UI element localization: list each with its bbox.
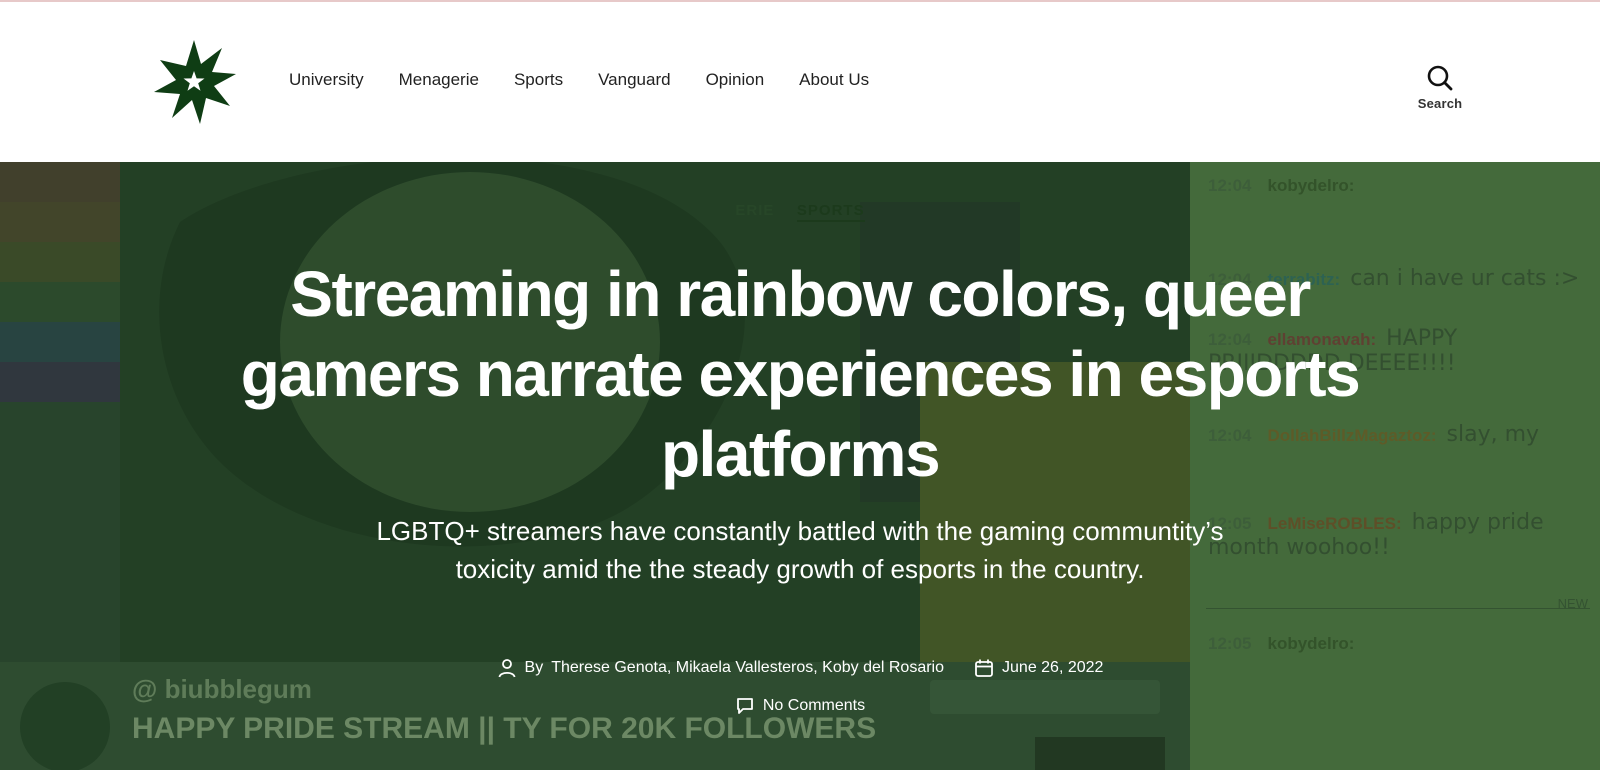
calendar-icon (975, 659, 993, 677)
chat-new-label: NEW (1557, 596, 1588, 611)
post-date: June 26, 2022 (974, 658, 1103, 678)
byline: By Therese Genota, Mikaela Vallesteros, … (497, 658, 944, 678)
site-header: University Menagerie Sports Vanguard Opi… (0, 2, 1600, 162)
author-links[interactable]: Therese Genota, Mikaela Vallesteros, Kob… (551, 659, 944, 677)
site-logo-icon[interactable] (150, 38, 238, 126)
user-icon (498, 659, 515, 678)
nav-item-menagerie[interactable]: Menagerie (399, 70, 479, 90)
chat-message: 12:04 kobydelro: (1208, 176, 1355, 195)
featured-hero: 12:04 kobydelro: 12:04 terrabitz: can i hav… (0, 162, 1600, 770)
category-link-menagerie[interactable]: ERIE (735, 202, 774, 222)
nav-item-university[interactable]: University (289, 70, 364, 90)
search-icon (1427, 65, 1453, 91)
post-date-link[interactable]: June 26, 2022 (1002, 659, 1103, 677)
nav-item-vanguard[interactable]: Vanguard (598, 70, 670, 90)
search-button[interactable]: Search (1410, 64, 1470, 124)
comments: No Comments (735, 696, 865, 716)
chat-new-divider (1206, 608, 1590, 609)
search-label: Search (1417, 96, 1463, 111)
comments-link[interactable]: No Comments (763, 697, 865, 715)
entry-categories: ERIE SPORTS (0, 202, 1600, 222)
stream-title: HAPPY PRIDE STREAM || TY FOR 20K FOLLOWE… (132, 712, 877, 745)
article-title: Streaming in rainbow colors, queer gamer… (240, 258, 1361, 490)
byline-prefix: By (524, 659, 544, 676)
nav-item-about-us[interactable]: About Us (799, 70, 869, 90)
nav-item-sports[interactable]: Sports (514, 70, 563, 90)
article-meta: By Therese Genota, Mikaela Vallesteros, … (0, 658, 1600, 716)
comment-icon (736, 698, 753, 714)
chat-message: 12:05 LeMiseROBLES: happy pride month wooh… (1208, 510, 1544, 560)
category-link-sports[interactable]: SPORTS (796, 202, 865, 222)
chat-message: 12:05 kobydelro: (1208, 634, 1355, 653)
article-excerpt: LGBTQ+ streamers have constantly battled… (376, 516, 1224, 584)
nav-item-opinion[interactable]: Opinion (706, 70, 765, 90)
primary-nav: University Menagerie Sports Vanguard Opi… (289, 70, 904, 90)
